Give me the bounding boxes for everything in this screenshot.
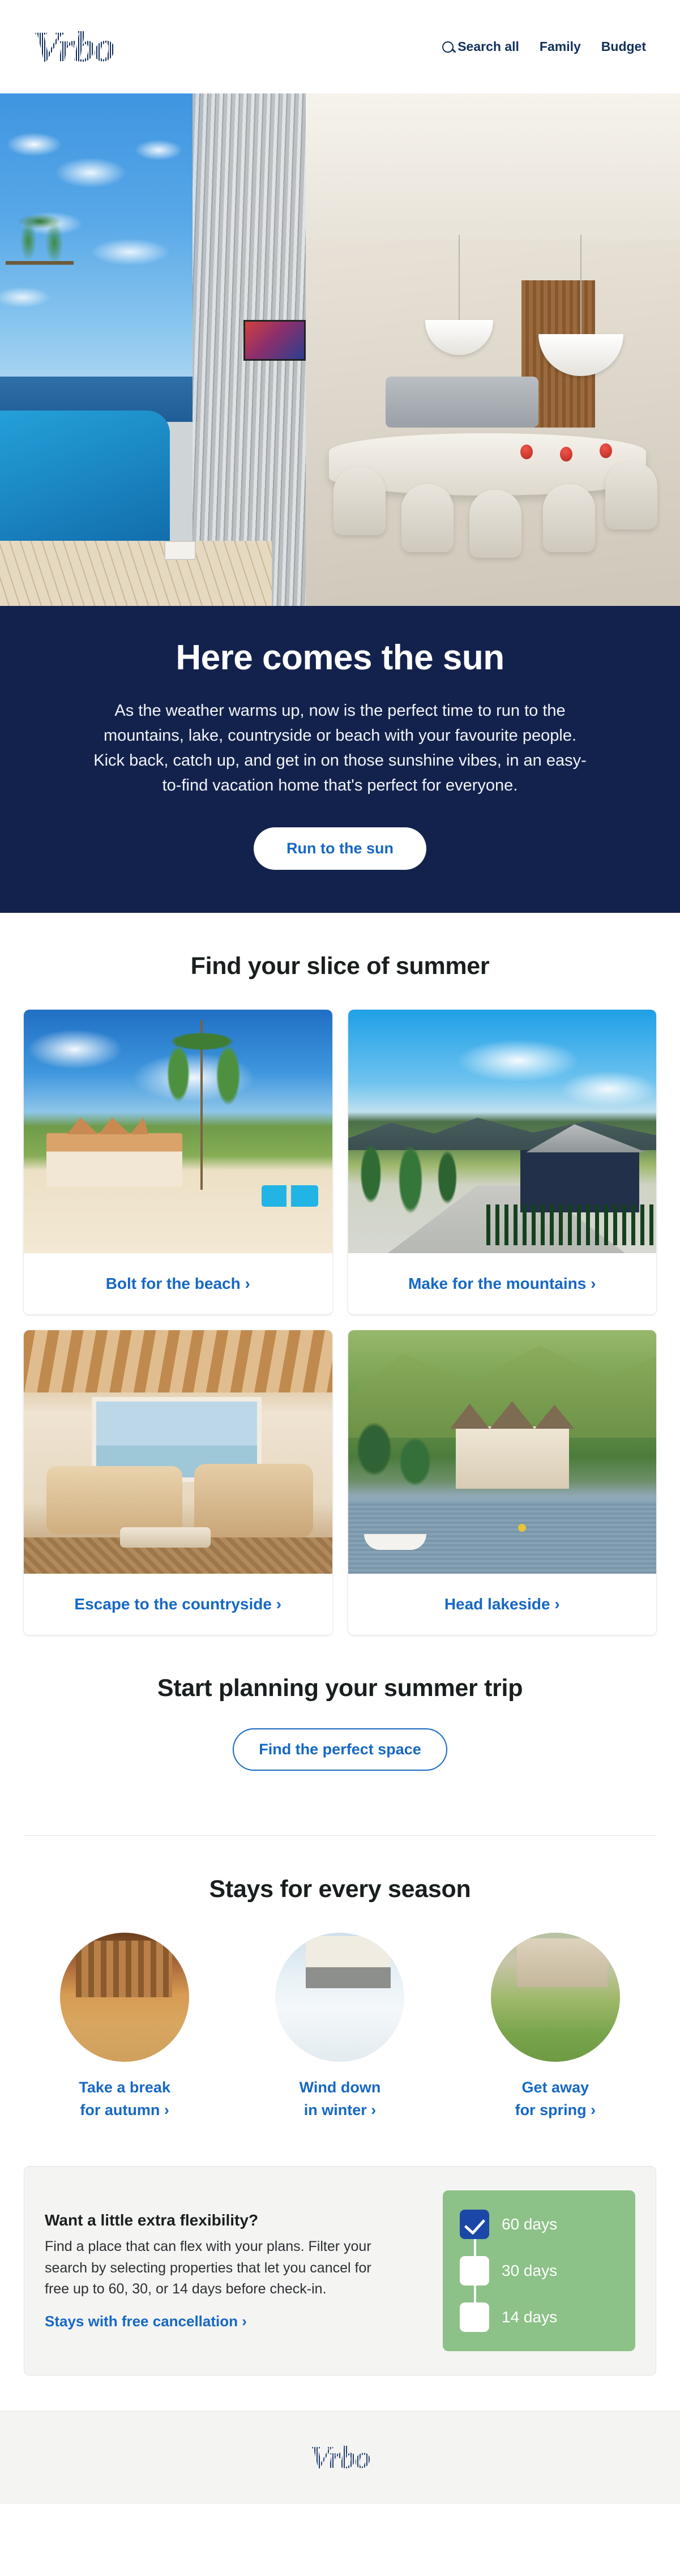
checkbox-unchecked-icon[interactable] xyxy=(460,2302,489,2333)
run-to-the-sun-button[interactable]: Run to the sun xyxy=(254,827,426,870)
nav-label-family: Family xyxy=(539,39,581,54)
lounger-art xyxy=(262,1185,318,1207)
season-item-autumn[interactable]: Take a break for autumn › xyxy=(24,1933,225,2122)
cancellation-option-14-days[interactable]: 14 days xyxy=(460,2302,618,2333)
destination-card-beach[interactable]: Bolt for the beach › xyxy=(24,1010,332,1315)
spring-link-line1: Get away xyxy=(521,2079,589,2096)
nav-item-family[interactable]: Family xyxy=(540,39,581,54)
checkbox-checked-icon[interactable] xyxy=(460,2210,489,2240)
destination-card-grid: Bolt for the beach › Make for the mounta… xyxy=(0,1010,680,1635)
countryside-card-image xyxy=(24,1330,332,1574)
email-page: Vrbo Search all Family Budget Here comes… xyxy=(0,0,680,2505)
footer-brand-logo[interactable]: Vrbo xyxy=(310,2440,371,2476)
option-label-14-days: 14 days xyxy=(502,2308,558,2326)
autumn-link-line1: Take a break xyxy=(79,2079,170,2096)
hero-chair-art xyxy=(333,467,386,535)
hero-chair-art xyxy=(605,462,657,529)
destination-card-mountains[interactable]: Make for the mountains › xyxy=(348,1010,657,1315)
winter-link-line1: Wind down xyxy=(299,2079,381,2096)
nav-label-search-all: Search all xyxy=(457,39,519,54)
find-the-perfect-space-button[interactable]: Find the perfect space xyxy=(233,1728,447,1771)
mountains-card-link[interactable]: Make for the mountains › xyxy=(348,1253,657,1314)
fence-art xyxy=(486,1204,656,1246)
summer-section: Find your slice of summer Bolt for the b… xyxy=(0,913,680,1635)
hero-palm-art xyxy=(6,207,74,388)
nav-item-search-all[interactable]: Search all xyxy=(442,39,519,54)
ceiling-beams-art xyxy=(24,1330,332,1393)
winter-circle-image xyxy=(275,1933,405,2062)
hero-title: Here comes the sun xyxy=(176,638,504,677)
hero-chair-art xyxy=(469,490,521,558)
trees-art xyxy=(348,1398,444,1512)
summer-section-title: Find your slice of summer xyxy=(190,952,490,980)
autumn-circle-image xyxy=(60,1933,190,2062)
sofa-art xyxy=(46,1466,182,1535)
winter-link[interactable]: Wind down in winter › xyxy=(300,2077,381,2122)
beach-card-link[interactable]: Bolt for the beach › xyxy=(24,1253,332,1314)
buoy-art xyxy=(518,1524,526,1532)
armchair-art xyxy=(194,1464,313,1538)
cancellation-option-60-days[interactable]: 60 days xyxy=(460,2210,618,2257)
spring-link[interactable]: Get away for spring › xyxy=(515,2077,596,2122)
nav-item-budget[interactable]: Budget xyxy=(601,39,646,54)
hero-glass-art xyxy=(520,445,533,459)
hero-glass-art xyxy=(600,443,612,458)
rowboat-art xyxy=(363,1534,426,1550)
spring-link-line2: for spring › xyxy=(515,2101,596,2119)
hero-body: As the weather warms up, now is the perf… xyxy=(93,702,587,795)
flexibility-copy: Want a little extra flexibility? Find a … xyxy=(45,2211,429,2330)
hero-message-band: Here comes the sun As the weather warms … xyxy=(0,606,680,913)
hero-chair-art xyxy=(543,484,595,552)
destination-card-lakeside[interactable]: Head lakeside › xyxy=(348,1330,657,1635)
cabin-art xyxy=(520,1150,639,1213)
season-item-spring[interactable]: Get away for spring › xyxy=(455,1933,656,2122)
seasons-section: Stays for every season Take a break for … xyxy=(0,1836,680,2134)
villa-art xyxy=(46,1133,182,1187)
nav-label-budget: Budget xyxy=(601,39,646,54)
hero-deck-art xyxy=(0,541,272,606)
seasons-section-title: Stays for every season xyxy=(209,1876,471,1903)
hero-lamp-cord-art xyxy=(580,235,581,337)
manor-house-art xyxy=(455,1426,569,1489)
beach-card-image xyxy=(24,1010,332,1254)
destination-card-countryside[interactable]: Escape to the countryside › xyxy=(24,1330,332,1635)
autumn-link[interactable]: Take a break for autumn › xyxy=(79,2077,170,2122)
search-icon xyxy=(442,41,454,53)
hero-pool-art xyxy=(0,411,170,558)
option-label-60-days: 60 days xyxy=(502,2215,558,2233)
hero-tv-art xyxy=(243,320,306,361)
spring-circle-image xyxy=(490,1933,620,2062)
lakeside-card-image xyxy=(348,1330,656,1574)
hero-floor-box-art xyxy=(164,541,196,560)
season-item-winter[interactable]: Wind down in winter › xyxy=(239,1933,440,2122)
free-cancellation-link[interactable]: Stays with free cancellation › xyxy=(45,2313,247,2330)
lakeside-card-link[interactable]: Head lakeside › xyxy=(348,1574,657,1635)
autumn-link-line2: for autumn › xyxy=(80,2101,169,2119)
winter-link-line2: in winter › xyxy=(303,2101,377,2119)
hero-glass-art xyxy=(560,447,572,462)
cancellation-option-30-days[interactable]: 30 days xyxy=(460,2256,618,2303)
brand-logo[interactable]: Vrbo xyxy=(33,25,118,69)
option-label-30-days: 30 days xyxy=(502,2262,558,2280)
flexibility-section: Want a little extra flexibility? Find a … xyxy=(0,2133,680,2376)
planning-section: Start planning your summer trip Find the… xyxy=(0,1635,680,1788)
checkbox-unchecked-icon[interactable] xyxy=(460,2256,489,2286)
site-header: Vrbo Search all Family Budget xyxy=(0,0,680,93)
site-footer: Vrbo xyxy=(0,2411,680,2505)
hero-image xyxy=(0,93,680,606)
hero-lamp-cord-art xyxy=(459,235,460,323)
hero-sofa-art xyxy=(386,377,538,428)
flexibility-card: Want a little extra flexibility? Find a … xyxy=(24,2166,656,2376)
planning-title: Start planning your summer trip xyxy=(157,1674,523,1702)
flexibility-body: Find a place that can flex with your pla… xyxy=(45,2238,371,2297)
primary-nav: Search all Family Budget xyxy=(442,39,646,54)
cancellation-options-panel: 60 days 30 days 14 days xyxy=(443,2190,635,2352)
coffee-table-art xyxy=(120,1527,211,1548)
seasons-grid: Take a break for autumn › Wind down in w… xyxy=(24,1933,656,2133)
countryside-card-link[interactable]: Escape to the countryside › xyxy=(24,1574,332,1635)
flexibility-heading: Want a little extra flexibility? xyxy=(45,2211,259,2229)
hero-chair-art xyxy=(401,484,454,552)
mountains-card-image xyxy=(348,1010,656,1254)
